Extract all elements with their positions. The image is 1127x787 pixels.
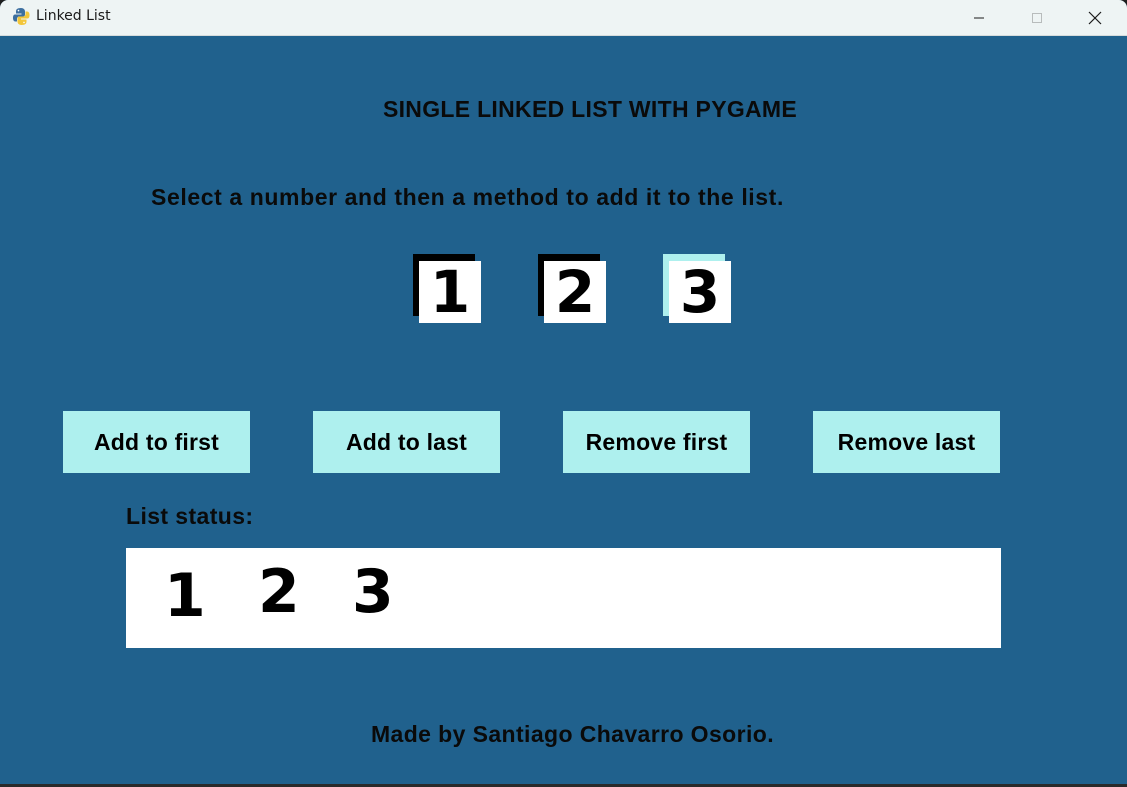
add-to-first-button[interactable]: Add to first (63, 411, 250, 473)
tile-label: 3 (669, 261, 731, 323)
app-window: Linked List SINGLE LINKED LIST WITH PYGA… (0, 0, 1127, 787)
window-title: Linked List (36, 8, 111, 24)
remove-last-button[interactable]: Remove last (813, 411, 1000, 473)
list-item: 1 (164, 561, 206, 631)
instruction-text: Select a number and then a method to add… (151, 184, 784, 210)
tile-label: 1 (419, 261, 481, 323)
list-status-panel: 1 2 3 (126, 548, 1001, 648)
number-tile-1[interactable]: 1 (413, 254, 481, 324)
list-item: 3 (352, 557, 394, 627)
python-icon (13, 8, 30, 25)
close-button[interactable] (1066, 0, 1124, 35)
close-icon (1088, 11, 1102, 24)
tile-label: 2 (544, 261, 606, 323)
minimize-button[interactable] (950, 0, 1008, 35)
number-tile-2[interactable]: 2 (538, 254, 606, 324)
list-status-label: List status: (126, 503, 254, 529)
add-to-last-button[interactable]: Add to last (313, 411, 500, 473)
list-item: 2 (258, 557, 300, 627)
maximize-icon (1032, 12, 1042, 23)
number-tile-3[interactable]: 3 (663, 254, 731, 324)
minimize-icon (974, 17, 984, 18)
page-title: SINGLE LINKED LIST WITH PYGAME (382, 96, 798, 122)
remove-first-button[interactable]: Remove first (563, 411, 750, 473)
title-bar[interactable]: Linked List (0, 0, 1127, 36)
maximize-button[interactable] (1008, 0, 1066, 35)
footer-credit: Made by Santiago Chavarro Osorio. (370, 721, 774, 747)
